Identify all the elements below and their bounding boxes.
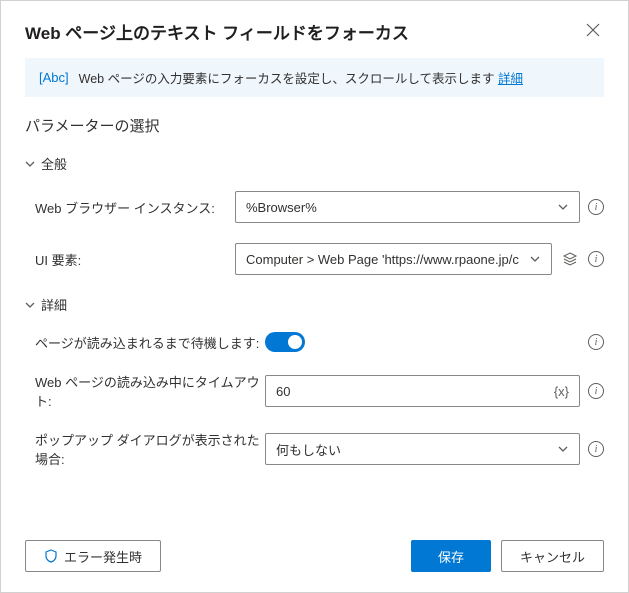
timeout-value: 60 — [276, 384, 554, 399]
info-icon[interactable]: i — [588, 383, 604, 399]
dialog-body: パラメーターの選択 全般 Web ブラウザー インスタンス: %Browser%… — [1, 115, 628, 524]
group-general-label: 全般 — [41, 154, 67, 173]
save-button[interactable]: 保存 — [411, 540, 491, 572]
ui-element-label: UI 要素: — [25, 250, 235, 269]
popup-select[interactable]: 何もしない — [265, 433, 580, 465]
footer-right: 保存 キャンセル — [411, 540, 604, 572]
group-advanced-label: 詳細 — [41, 295, 67, 314]
timeout-input[interactable]: 60 {x} — [265, 375, 580, 407]
dialog-header: Web ページ上のテキスト フィールドをフォーカス — [1, 1, 628, 58]
row-popup: ポップアップ ダイアログが表示された場合: 何もしない i — [25, 430, 604, 468]
details-link[interactable]: 詳細 — [498, 72, 523, 86]
info-text-content: Web ページの入力要素にフォーカスを設定し、スクロールして表示します — [79, 72, 498, 86]
group-general: 全般 Web ブラウザー インスタンス: %Browser% i UI 要素: … — [25, 154, 604, 275]
toggle-knob — [288, 335, 302, 349]
browser-instance-select[interactable]: %Browser% — [235, 191, 580, 223]
info-icon[interactable]: i — [588, 334, 604, 350]
ui-element-value: Computer > Web Page 'https://www.rpaone.… — [246, 252, 523, 267]
popup-value: 何もしない — [276, 440, 551, 459]
row-timeout: Web ページの読み込み中にタイムアウト: 60 {x} i — [25, 372, 604, 410]
chevron-down-icon — [557, 201, 569, 213]
ui-element-select[interactable]: Computer > Web Page 'https://www.rpaone.… — [235, 243, 552, 275]
info-icon[interactable]: i — [588, 251, 604, 267]
cancel-button[interactable]: キャンセル — [501, 540, 604, 572]
group-advanced: 詳細 ページが読み込まれるまで待機します: i Web ページの読み込み中にタイ… — [25, 295, 604, 468]
wait-for-load-label: ページが読み込まれるまで待機します: — [25, 333, 265, 352]
timeout-label: Web ページの読み込み中にタイムアウト: — [25, 372, 265, 410]
group-advanced-header[interactable]: 詳細 — [25, 295, 604, 314]
shield-icon — [44, 549, 58, 563]
dialog-title: Web ページ上のテキスト フィールドをフォーカス — [25, 19, 409, 44]
on-error-button[interactable]: エラー発生時 — [25, 540, 161, 572]
close-button[interactable] — [582, 19, 604, 44]
row-ui-element: UI 要素: Computer > Web Page 'https://www.… — [25, 243, 604, 275]
section-title: パラメーターの選択 — [25, 115, 604, 136]
popup-label: ポップアップ ダイアログが表示された場合: — [25, 430, 265, 468]
browser-instance-label: Web ブラウザー インスタンス: — [25, 198, 235, 217]
ui-element-picker-button[interactable] — [560, 249, 580, 269]
group-general-header[interactable]: 全般 — [25, 154, 604, 173]
focus-icon: [Abc] — [39, 70, 69, 85]
chevron-down-icon — [557, 443, 569, 455]
on-error-label: エラー発生時 — [64, 547, 142, 566]
row-wait-for-load: ページが読み込まれるまで待機します: i — [25, 332, 604, 352]
dialog: Web ページ上のテキスト フィールドをフォーカス [Abc] Web ページの… — [0, 0, 629, 593]
dialog-footer: エラー発生時 保存 キャンセル — [1, 524, 628, 592]
info-text: Web ページの入力要素にフォーカスを設定し、スクロールして表示します 詳細 — [79, 68, 523, 87]
chevron-down-icon — [25, 300, 35, 310]
variable-token-button[interactable]: {x} — [554, 384, 569, 399]
cancel-label: キャンセル — [520, 547, 585, 566]
row-browser-instance: Web ブラウザー インスタンス: %Browser% i — [25, 191, 604, 223]
chevron-down-icon — [529, 253, 541, 265]
layers-icon — [562, 251, 578, 267]
save-label: 保存 — [438, 547, 464, 566]
info-banner: [Abc] Web ページの入力要素にフォーカスを設定し、スクロールして表示しま… — [25, 58, 604, 97]
wait-for-load-toggle[interactable] — [265, 332, 305, 352]
close-icon — [586, 23, 600, 37]
info-icon[interactable]: i — [588, 199, 604, 215]
info-icon[interactable]: i — [588, 441, 604, 457]
browser-instance-value: %Browser% — [246, 200, 551, 215]
chevron-down-icon — [25, 159, 35, 169]
